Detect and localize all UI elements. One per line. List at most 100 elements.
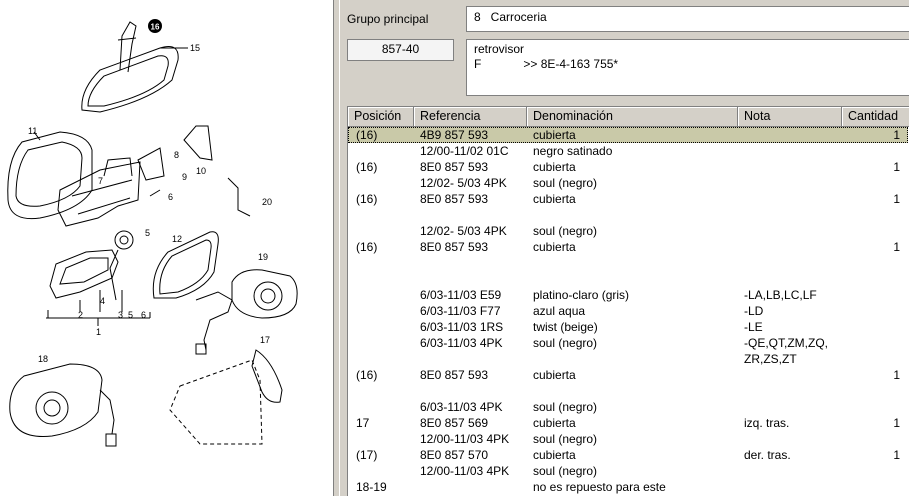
svg-text:16: 16 (151, 23, 160, 32)
callout-9: 9 (182, 172, 187, 182)
cell-pos: (16) (356, 240, 378, 254)
callout-5a: 5 (145, 228, 150, 238)
cell-nota: -LE (744, 320, 763, 334)
callout-6b: 6 (141, 310, 146, 320)
table-row[interactable]: (16) 8E0 857 593 cubierta 1 (348, 159, 908, 175)
col-header-posicion[interactable]: Posición (348, 107, 414, 127)
part-description-field[interactable]: retrovisor F >> 8E-4-163 755* (466, 39, 909, 96)
cell-ref: 12/02- 5/03 4PK (420, 224, 507, 238)
cell-ref: 6/03-11/03 4PK (420, 400, 503, 414)
callout-8: 8 (174, 150, 179, 160)
table-row[interactable]: 12/02- 5/03 4PK soul (negro) (348, 175, 908, 191)
cell-pos: (16) (356, 368, 378, 382)
cell-ref: 12/00-11/03 4PK (420, 464, 510, 478)
col-header-cantidad[interactable]: Cantidad (842, 107, 909, 127)
cell-ref: 6/03-11/03 F77 (420, 304, 501, 318)
cell-ref: 8E0 857 593 (420, 192, 489, 206)
cell-cant: 1 (893, 448, 900, 462)
table-row[interactable]: 12/02- 5/03 4PK soul (negro) (348, 223, 908, 239)
cell-den: soul (negro) (533, 464, 598, 478)
table-row[interactable]: 12/00-11/03 4PK soul (negro) (348, 463, 908, 479)
col-header-nota[interactable]: Nota (738, 107, 842, 127)
cell-ref: 6/03-11/03 4PK (420, 336, 503, 350)
cell-ref: 8E0 857 570 (420, 448, 489, 462)
part-line-value: >> 8E-4-163 755* (523, 57, 619, 71)
cell-den: azul aqua (533, 304, 586, 318)
pane-splitter[interactable] (333, 0, 340, 496)
table-row[interactable]: 6/03-11/03 1RS twist (beige) -LE (348, 319, 908, 335)
table-row[interactable]: (16) 8E0 857 593 cubierta 1 (348, 367, 908, 383)
cell-cant: 1 (893, 192, 900, 206)
table-row[interactable]: (16) 8E0 857 593 cubierta 1 (348, 239, 908, 255)
parts-table[interactable]: Posición Referencia Denominación Nota Ca… (347, 106, 909, 496)
callout-11: 11 (28, 126, 37, 136)
cell-den: soul (negro) (533, 336, 598, 350)
cell-ref: 12/00-11/03 4PK (420, 432, 510, 446)
cell-ref: 8E0 857 569 (420, 416, 489, 430)
table-row[interactable]: 18-19 no es repuesto para este (348, 479, 908, 495)
table-row[interactable]: (16) 4B9 857 593 cubierta 1 (348, 127, 908, 143)
callout-19: 19 (258, 252, 268, 262)
cell-den: no es repuesto para este (533, 480, 666, 494)
callout-3: 3 (118, 310, 123, 320)
table-row[interactable]: 12/00-11/03 4PK soul (negro) (348, 431, 908, 447)
cell-cant: 1 (893, 368, 900, 382)
code-field[interactable]: 857-40 (347, 39, 454, 61)
callout-16-highlight: 16 (148, 19, 162, 33)
col-header-referencia[interactable]: Referencia (414, 107, 527, 127)
cell-den: negro satinado (533, 144, 613, 158)
mirror-exploded-view: 15 11 9 10 6 7 8 20 12 5 19 4 2 3 5 6 1 … (7, 19, 298, 447)
table-row[interactable]: (17) 8E0 857 570 cubierta der. tras. 1 (348, 447, 908, 463)
cell-ref: 6/03-11/03 1RS (420, 320, 504, 334)
table-row[interactable]: 17 8E0 857 569 cubierta izq. tras. 1 (348, 415, 908, 431)
parts-panel: Grupo principal 8 Carroceria 857-40 retr… (340, 0, 909, 496)
cell-ref: 8E0 857 593 (420, 368, 489, 382)
cell-nota: -LA,LB,LC,LF (744, 288, 817, 302)
cell-den: cubierta (533, 128, 576, 142)
grupo-value: 8 Carroceria (474, 10, 547, 24)
callout-5b: 5 (128, 310, 133, 320)
cell-den: cubierta (533, 240, 576, 254)
table-row[interactable] (348, 271, 908, 287)
table-row[interactable]: 12/00-11/02 01C negro satinado (348, 143, 908, 159)
col-header-denominacion[interactable]: Denominación (527, 107, 738, 127)
cell-ref: 6/03-11/03 E59 (420, 288, 502, 302)
callout-17: 17 (260, 335, 270, 345)
table-row[interactable] (348, 383, 908, 399)
table-row[interactable]: 6/03-11/03 F77 azul aqua -LD (348, 303, 908, 319)
cell-den: platino-claro (gris) (533, 288, 630, 302)
cell-cant: 1 (893, 240, 900, 254)
cell-den: soul (negro) (533, 176, 598, 190)
table-row[interactable] (348, 255, 908, 271)
part-name: retrovisor (474, 42, 525, 56)
cell-den: cubierta (533, 448, 576, 462)
table-row[interactable]: 6/03-11/03 E59 platino-claro (gris) -LA,LB… (348, 287, 908, 303)
code-value: 857-40 (381, 42, 420, 56)
table-row[interactable] (348, 207, 908, 223)
callout-12: 12 (172, 234, 182, 244)
cell-nota: -QE,QT,ZM,ZQ, (744, 336, 828, 350)
cell-den: soul (negro) (533, 432, 598, 446)
table-row[interactable]: ZR,ZS,ZT (348, 351, 908, 367)
cell-cant: 1 (893, 128, 900, 142)
cell-ref: 12/02- 5/03 4PK (420, 176, 507, 190)
callout-15: 15 (190, 43, 200, 53)
table-row[interactable]: (16) 8E0 857 593 cubierta 1 (348, 191, 908, 207)
cell-den: soul (negro) (533, 400, 598, 414)
grupo-label: Grupo principal (347, 12, 429, 26)
table-row[interactable]: 6/03-11/03 4PK soul (negro) -QE,QT,ZM,ZQ, (348, 335, 908, 351)
cell-nota: ZR,ZS,ZT (744, 352, 797, 366)
cell-ref: 8E0 857 593 (420, 240, 489, 254)
cell-den: soul (negro) (533, 224, 598, 238)
parts-diagram[interactable]: 15 11 9 10 6 7 8 20 12 5 19 4 2 3 5 6 1 … (0, 0, 333, 496)
callout-20: 20 (262, 197, 272, 207)
part-line-prefix: F (474, 57, 482, 71)
cell-cant: 1 (893, 160, 900, 174)
grupo-field[interactable]: 8 Carroceria (466, 6, 909, 32)
cell-pos: (16) (356, 160, 378, 174)
callout-10: 10 (196, 166, 206, 176)
cell-cant: 1 (893, 416, 900, 430)
cell-nota: izq. tras. (744, 416, 790, 430)
cell-pos: 18-19 (356, 480, 387, 494)
table-row[interactable]: 6/03-11/03 4PK soul (negro) (348, 399, 908, 415)
